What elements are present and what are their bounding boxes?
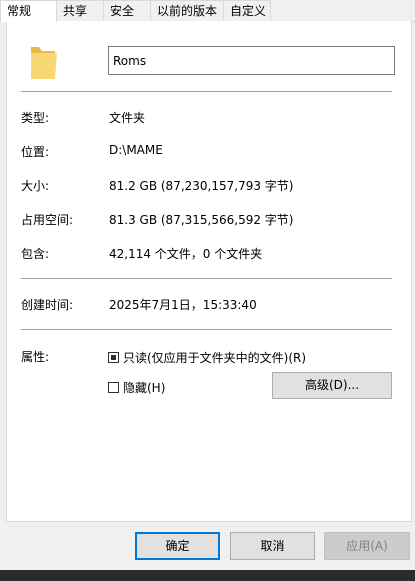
tab-strip: 常规 共享 安全 以前的版本 自定义 bbox=[0, 0, 415, 22]
ok-button[interactable]: 确定 bbox=[135, 532, 220, 560]
taskbar-edge bbox=[0, 570, 415, 581]
location-value: D:\MAME bbox=[109, 143, 163, 157]
created-value: 2025年7月1日，15:33:40 bbox=[109, 298, 257, 312]
disk-size-label: 占用空间: bbox=[21, 213, 74, 227]
hidden-checkbox[interactable]: 隐藏(H) bbox=[108, 379, 165, 396]
created-label: 创建时间: bbox=[21, 298, 74, 312]
readonly-checkbox[interactable]: 只读(仅应用于文件夹中的文件)(R) bbox=[108, 349, 306, 366]
separator bbox=[21, 91, 392, 92]
separator bbox=[21, 278, 392, 279]
tab-customize[interactable]: 自定义 bbox=[223, 0, 271, 21]
apply-button[interactable]: 应用(A) bbox=[324, 532, 410, 560]
type-label: 类型: bbox=[21, 111, 50, 125]
readonly-checkbox-box[interactable] bbox=[108, 352, 119, 363]
folder-name-input[interactable] bbox=[108, 46, 395, 75]
contains-value: 42,114 个文件，0 个文件夹 bbox=[109, 247, 263, 261]
disk-size-value: 81.3 GB (87,315,566,592 字节) bbox=[109, 213, 294, 227]
cancel-button[interactable]: 取消 bbox=[230, 532, 315, 560]
tab-general[interactable]: 常规 bbox=[0, 0, 57, 22]
readonly-checkbox-label: 只读(仅应用于文件夹中的文件)(R) bbox=[123, 351, 307, 365]
folder-icon bbox=[31, 47, 57, 79]
general-panel: 类型: 文件夹 位置: D:\MAME 大小: 81.2 GB (87,230,… bbox=[6, 21, 412, 522]
attributes-label: 属性: bbox=[21, 350, 50, 364]
size-label: 大小: bbox=[21, 179, 50, 193]
tab-sharing[interactable]: 共享 bbox=[56, 0, 104, 21]
tab-security[interactable]: 安全 bbox=[103, 0, 151, 21]
size-value: 81.2 GB (87,230,157,793 字节) bbox=[109, 179, 294, 193]
separator bbox=[21, 329, 392, 330]
advanced-button[interactable]: 高级(D)... bbox=[272, 372, 392, 399]
hidden-checkbox-label: 隐藏(H) bbox=[123, 381, 166, 395]
location-label: 位置: bbox=[21, 145, 50, 159]
tab-previous-versions[interactable]: 以前的版本 bbox=[150, 0, 224, 21]
contains-label: 包含: bbox=[21, 247, 50, 261]
type-value: 文件夹 bbox=[109, 111, 146, 125]
hidden-checkbox-box[interactable] bbox=[108, 382, 119, 393]
